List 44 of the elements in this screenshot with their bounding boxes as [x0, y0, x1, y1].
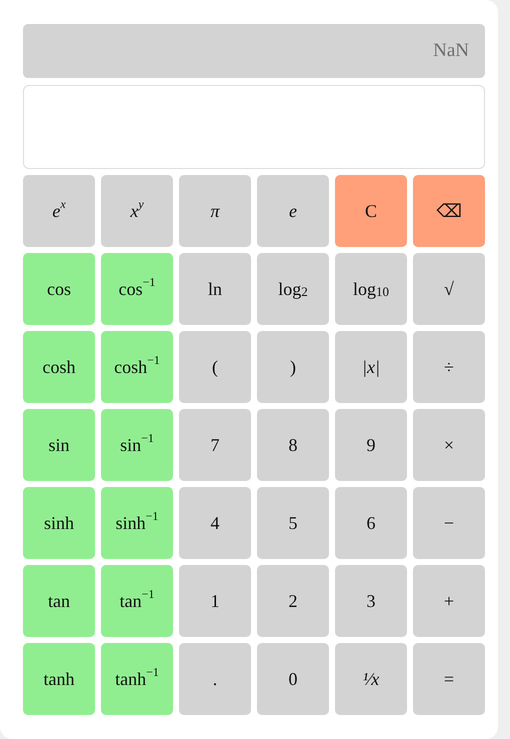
calculator-key[interactable]: √: [413, 253, 485, 325]
calculator-key[interactable]: cos: [23, 253, 95, 325]
calculator-key[interactable]: 7: [179, 409, 251, 481]
calculator-key[interactable]: cosh: [23, 331, 95, 403]
calculator-key[interactable]: 0: [257, 643, 329, 715]
calculator-key[interactable]: tanh$^{−1}$: [101, 643, 173, 715]
calculator-key[interactable]: (: [179, 331, 251, 403]
calculator-key[interactable]: e$^{x}$: [23, 175, 95, 247]
calculator-key[interactable]: sin: [23, 409, 95, 481]
calculator-key[interactable]: sinh: [23, 487, 95, 559]
calculator-key[interactable]: |x|: [335, 331, 407, 403]
calculator-key[interactable]: tan: [23, 565, 95, 637]
calculator-key[interactable]: ×: [413, 409, 485, 481]
calculator-key[interactable]: 2: [257, 565, 329, 637]
calculator-key[interactable]: C: [335, 175, 407, 247]
calculator-key[interactable]: sin$^{−1}$: [101, 409, 173, 481]
calculator-key[interactable]: tan$^{−1}$: [101, 565, 173, 637]
calculator-key[interactable]: x$^{y}$: [101, 175, 173, 247]
calculator-key[interactable]: 3: [335, 565, 407, 637]
calculator-key[interactable]: 1: [179, 565, 251, 637]
calculator-key[interactable]: log$_{10}$: [335, 253, 407, 325]
calculator-key[interactable]: .: [179, 643, 251, 715]
calculator-key[interactable]: ÷: [413, 331, 485, 403]
calculator-key[interactable]: 8: [257, 409, 329, 481]
calculator-key[interactable]: ¹⁄x: [335, 643, 407, 715]
calculator-key[interactable]: cosh$^{−1}$: [101, 331, 173, 403]
calculator-key[interactable]: ⌫: [413, 175, 485, 247]
calculator-key[interactable]: −: [413, 487, 485, 559]
result-display: NaN: [23, 24, 485, 78]
calculator-key[interactable]: 5: [257, 487, 329, 559]
calculator-key[interactable]: cos$^{−1}$: [101, 253, 173, 325]
calculator-key[interactable]: 6: [335, 487, 407, 559]
calculator-key[interactable]: +: [413, 565, 485, 637]
calculator-key[interactable]: 4: [179, 487, 251, 559]
calculator-key[interactable]: e: [257, 175, 329, 247]
calculator-key[interactable]: 9: [335, 409, 407, 481]
calculator-key[interactable]: ln: [179, 253, 251, 325]
expression-field[interactable]: [23, 85, 485, 169]
calculator-key[interactable]: tanh: [23, 643, 95, 715]
calculator-key[interactable]: π: [179, 175, 251, 247]
calculator-key[interactable]: log$_{2}$: [257, 253, 329, 325]
calculator-key[interactable]: =: [413, 643, 485, 715]
calculator-key[interactable]: sinh$^{−1}$: [101, 487, 173, 559]
calculator-key[interactable]: ): [257, 331, 329, 403]
